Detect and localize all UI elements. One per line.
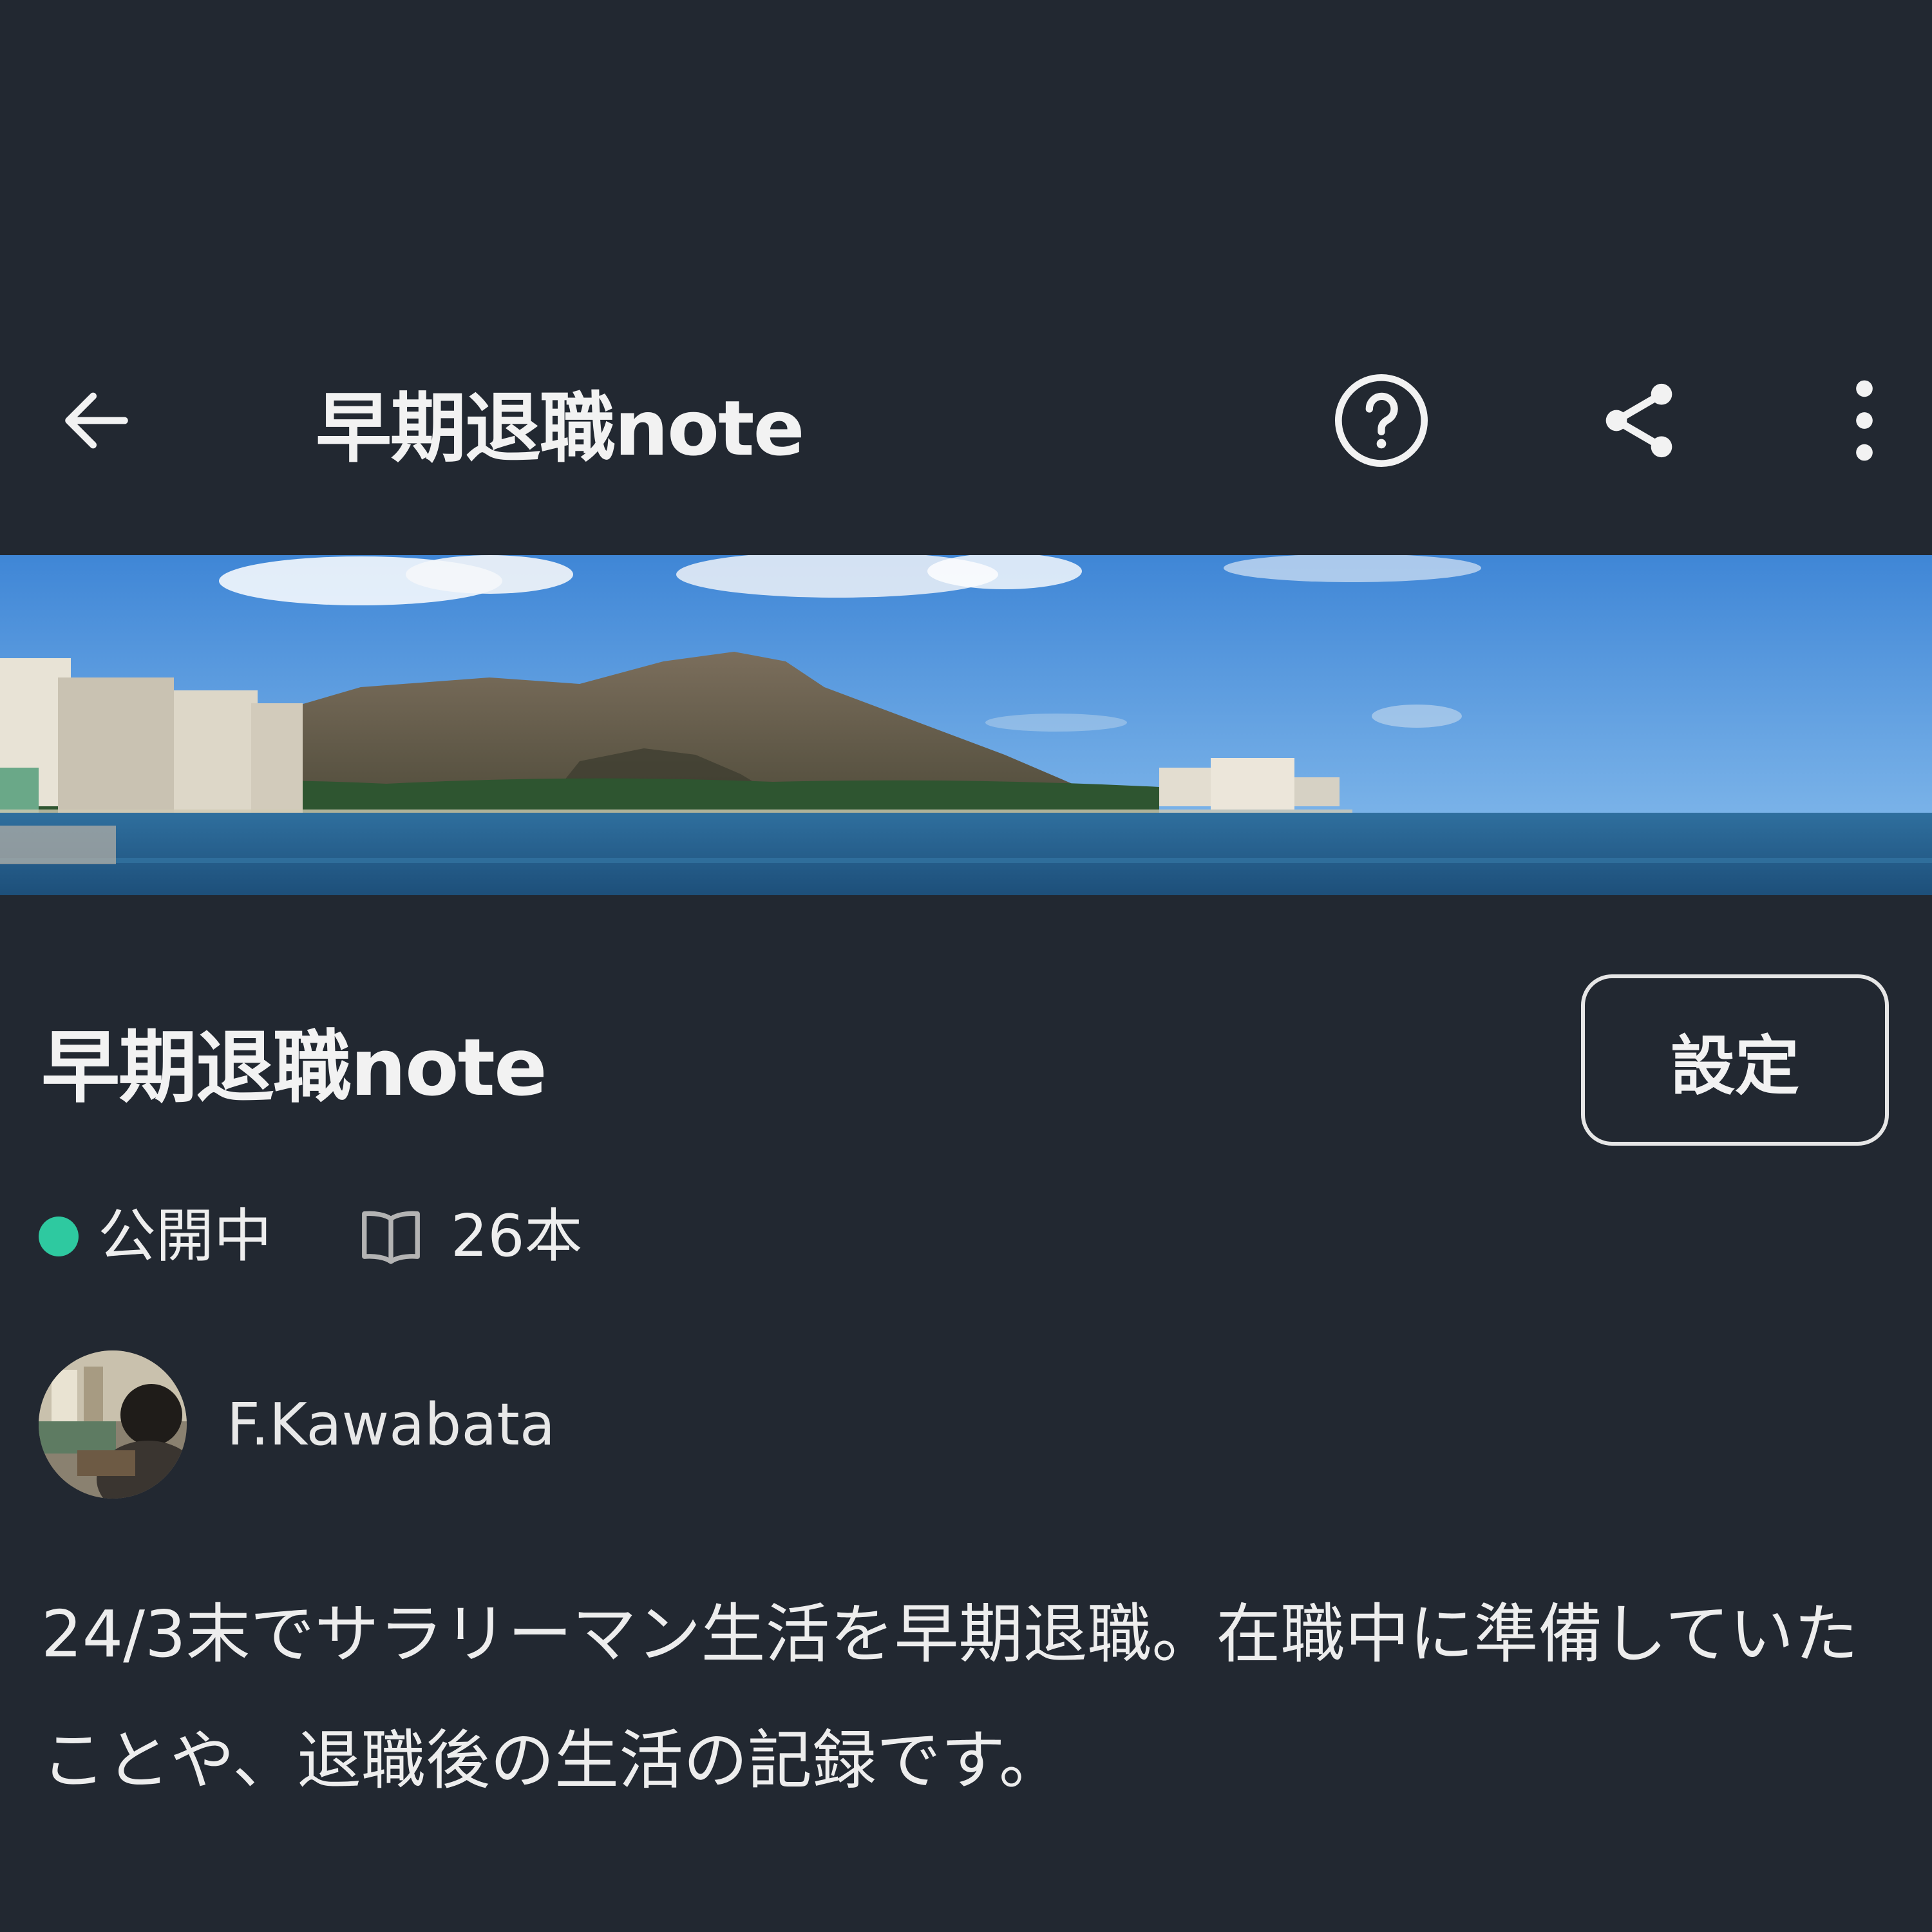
- help-button[interactable]: [1327, 367, 1436, 477]
- more-vertical-icon: [1845, 375, 1884, 468]
- avatar[interactable]: [39, 1350, 187, 1499]
- book-open-icon: [355, 1201, 426, 1272]
- status-label: 公開中: [98, 1202, 272, 1270]
- settings-button[interactable]: 設定: [1581, 974, 1889, 1146]
- magazine-title: 早期退職note: [41, 1022, 547, 1113]
- app-bar: 早期退職note: [0, 348, 1932, 496]
- share-button[interactable]: [1584, 367, 1694, 477]
- back-button[interactable]: [45, 374, 148, 470]
- author-link[interactable]: F.Kawabata: [39, 1350, 555, 1499]
- author-name[interactable]: F.Kawabata: [227, 1391, 555, 1459]
- magazine-meta: 公開中 26本: [39, 1195, 583, 1278]
- cover-image: [0, 555, 1932, 895]
- app-bar-title: 早期退職note: [316, 384, 805, 473]
- question-circle-icon: [1330, 369, 1433, 475]
- status-bar-area: [0, 0, 1932, 322]
- status-indicator: [39, 1217, 79, 1256]
- arrow-left-icon: [55, 379, 138, 465]
- more-options-button[interactable]: [1823, 367, 1906, 477]
- magazine-description: 24/3末でサラリーマン生活を早期退職。在職中に準備していたことや、退職後の生活…: [41, 1596, 1859, 1798]
- article-count: 26本: [451, 1202, 583, 1270]
- share-icon: [1594, 375, 1684, 468]
